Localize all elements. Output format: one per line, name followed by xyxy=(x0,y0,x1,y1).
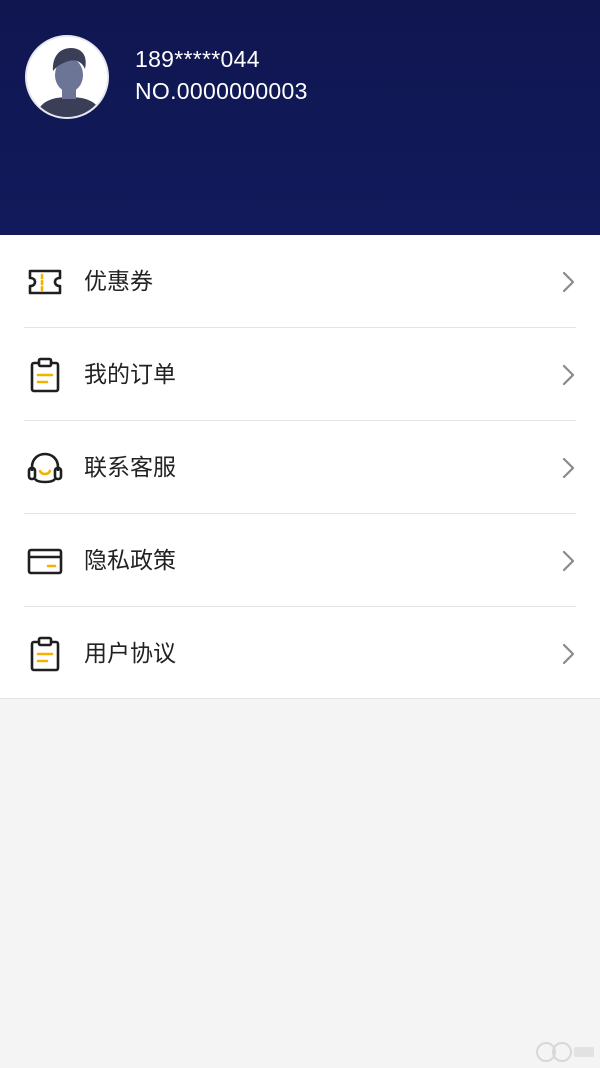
chevron-right-icon xyxy=(562,643,575,665)
menu-item-label: 联系客服 xyxy=(84,455,176,481)
clipboard-icon xyxy=(30,636,60,672)
user-avatar-icon xyxy=(27,37,107,117)
profile-header: 189*****044 NO.0000000003 xyxy=(0,0,600,235)
headset-icon xyxy=(27,452,63,484)
menu-item-contact-support[interactable]: 联系客服 xyxy=(0,421,600,514)
menu-list: 优惠券 我的订单 联系客服 隐私政策 用户协议 xyxy=(0,235,600,699)
chevron-right-icon xyxy=(562,550,575,572)
card-icon xyxy=(27,548,63,575)
menu-item-orders[interactable]: 我的订单 xyxy=(0,328,600,421)
menu-item-label: 优惠券 xyxy=(84,269,153,295)
menu-item-coupons[interactable]: 优惠券 xyxy=(0,235,600,328)
menu-item-label: 隐私政策 xyxy=(84,548,176,574)
chevron-right-icon xyxy=(562,364,575,386)
avatar[interactable] xyxy=(25,35,109,119)
menu-item-label: 我的订单 xyxy=(84,362,176,388)
menu-item-label: 用户协议 xyxy=(84,641,176,667)
pc6-logo xyxy=(536,1042,594,1062)
user-phone: 189*****044 xyxy=(135,46,260,72)
clipboard-icon xyxy=(30,357,60,393)
menu-item-privacy-policy[interactable]: 隐私政策 xyxy=(0,514,600,607)
coupon-icon xyxy=(28,269,62,295)
user-number: NO.0000000003 xyxy=(135,78,308,104)
chevron-right-icon xyxy=(562,457,575,479)
chevron-right-icon xyxy=(562,271,575,293)
menu-item-user-agreement[interactable]: 用户协议 xyxy=(0,607,600,700)
